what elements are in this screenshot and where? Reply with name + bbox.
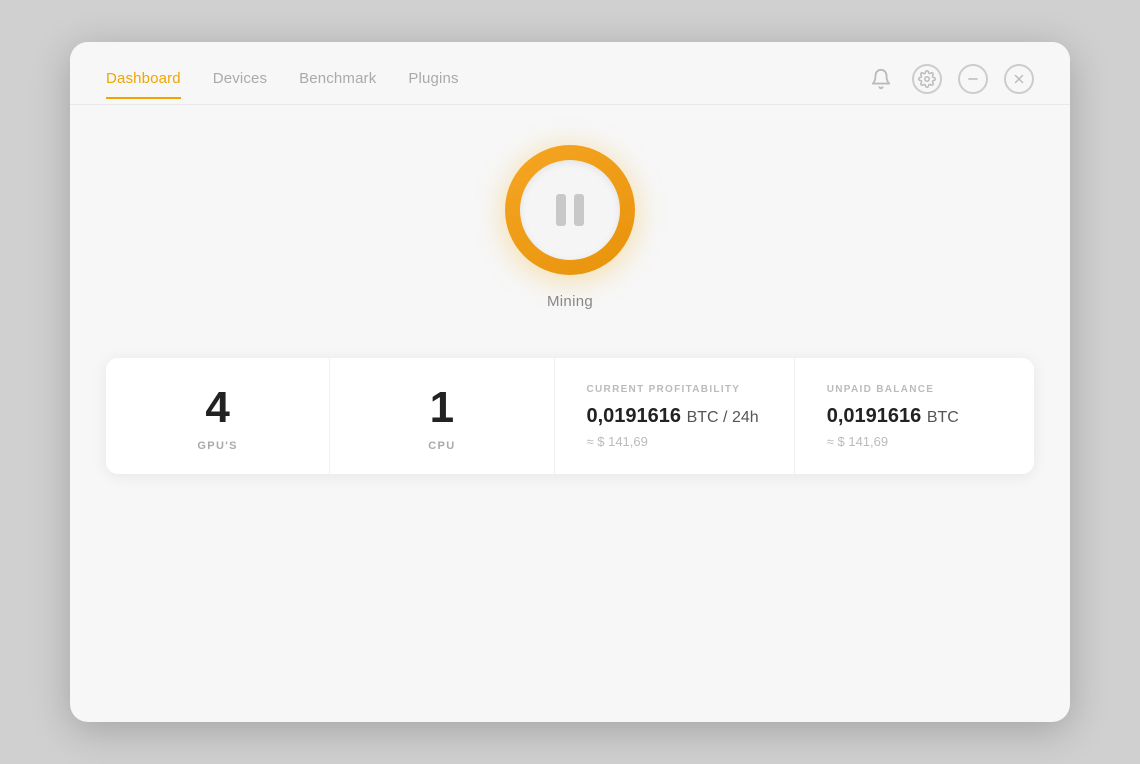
gpu-count-value: 4 bbox=[205, 386, 229, 430]
stat-card-gpus: 4 GPU'S bbox=[106, 358, 330, 474]
mining-button-inner bbox=[520, 160, 620, 260]
mining-label: Mining bbox=[547, 293, 593, 310]
gpu-count-label: GPU'S bbox=[197, 440, 237, 452]
stat-card-balance: UNPAID BALANCE 0,0191616 BTC ≈ $ 141,69 bbox=[795, 358, 1034, 474]
pause-bar-right bbox=[574, 194, 584, 226]
profitability-usd: ≈ $ 141,69 bbox=[587, 434, 648, 449]
settings-icon[interactable] bbox=[912, 64, 942, 94]
profitability-btc-value: 0,0191616 BTC / 24h bbox=[587, 405, 759, 428]
nav-bar: Dashboard Devices Benchmark Plugins bbox=[70, 42, 1070, 104]
bell-icon[interactable] bbox=[866, 64, 896, 94]
nav-left: Dashboard Devices Benchmark Plugins bbox=[106, 70, 459, 99]
pause-icon bbox=[556, 194, 584, 226]
nav-item-benchmark[interactable]: Benchmark bbox=[299, 70, 376, 99]
balance-btc-unit: BTC bbox=[927, 409, 959, 426]
nav-right bbox=[866, 64, 1034, 104]
mining-button-wrap: Mining bbox=[505, 145, 635, 310]
balance-usd: ≈ $ 141,69 bbox=[827, 434, 888, 449]
cpu-count-value: 1 bbox=[430, 386, 454, 430]
profitability-section-label: CURRENT PROFITABILITY bbox=[587, 384, 741, 395]
main-content: Mining 4 GPU'S 1 CPU CURRENT PROFITABILI… bbox=[70, 105, 1070, 722]
close-icon[interactable] bbox=[1004, 64, 1034, 94]
minimize-icon[interactable] bbox=[958, 64, 988, 94]
stats-row: 4 GPU'S 1 CPU CURRENT PROFITABILITY 0,01… bbox=[106, 358, 1034, 474]
app-window: Dashboard Devices Benchmark Plugins bbox=[70, 42, 1070, 722]
balance-btc-value: 0,0191616 BTC bbox=[827, 405, 959, 428]
nav-item-plugins[interactable]: Plugins bbox=[408, 70, 458, 99]
nav-item-devices[interactable]: Devices bbox=[213, 70, 267, 99]
stat-card-cpu: 1 CPU bbox=[330, 358, 554, 474]
pause-bar-left bbox=[556, 194, 566, 226]
mining-button[interactable] bbox=[505, 145, 635, 275]
nav-item-dashboard[interactable]: Dashboard bbox=[106, 70, 181, 99]
profitability-btc-unit: BTC / 24h bbox=[687, 409, 759, 426]
cpu-count-label: CPU bbox=[428, 440, 455, 452]
balance-section-label: UNPAID BALANCE bbox=[827, 384, 934, 395]
stat-card-profitability: CURRENT PROFITABILITY 0,0191616 BTC / 24… bbox=[555, 358, 795, 474]
